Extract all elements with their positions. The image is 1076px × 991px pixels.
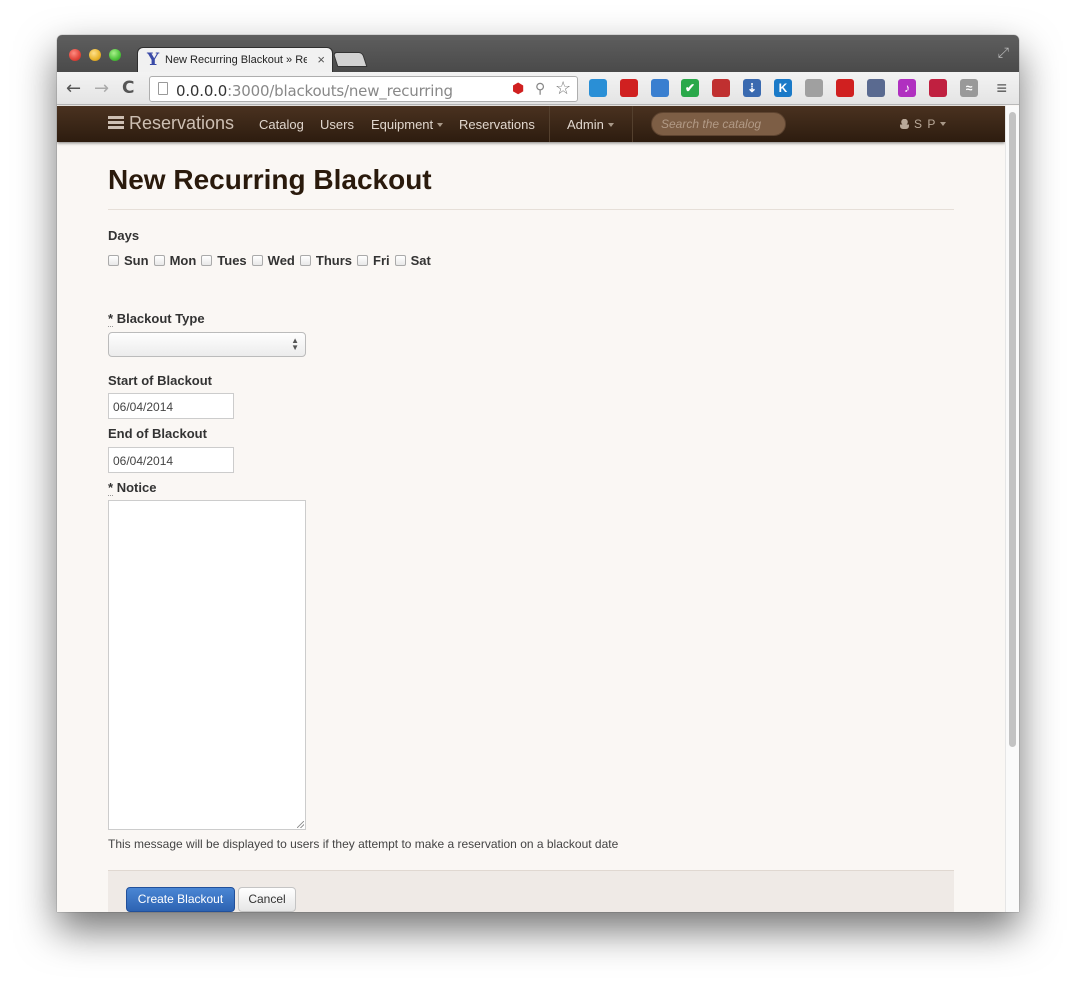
tv-icon[interactable] bbox=[929, 79, 947, 97]
browser-tab[interactable]: Y New Recurring Blackout » Re × bbox=[137, 47, 333, 72]
day-checkbox-tues[interactable]: Tues bbox=[201, 252, 247, 270]
user-menu[interactable]: S P bbox=[900, 117, 947, 131]
download-icon[interactable]: ⇣ bbox=[743, 79, 761, 97]
caret-down-icon bbox=[437, 123, 444, 127]
checkbox[interactable] bbox=[201, 255, 213, 266]
bookmark-star-icon[interactable]: ☆ bbox=[555, 78, 571, 99]
app-navbar: Reservations Catalog Users Equipment Res… bbox=[57, 106, 1005, 142]
day-checkbox-mon[interactable]: Mon bbox=[153, 252, 197, 270]
nav-equipment[interactable]: Equipment bbox=[371, 117, 444, 132]
title-divider bbox=[108, 209, 954, 210]
scrollbar[interactable] bbox=[1005, 106, 1019, 912]
zoom-window-button[interactable] bbox=[109, 49, 121, 61]
day-label: Sat bbox=[410, 253, 431, 268]
search-icon[interactable]: ⚲ bbox=[535, 80, 545, 97]
brand-link[interactable]: Reservations bbox=[108, 113, 234, 134]
tab-title: New Recurring Blackout » Re bbox=[165, 54, 307, 66]
checkbox[interactable] bbox=[299, 255, 311, 266]
yahoo-favicon-icon: Y bbox=[147, 50, 160, 70]
day-checkbox-wed[interactable]: Wed bbox=[251, 252, 295, 270]
reload-icon[interactable]: C bbox=[122, 78, 134, 98]
end-of-blackout-label: End of Blackout bbox=[108, 426, 207, 441]
day-label: Mon bbox=[169, 253, 197, 268]
music-note-icon[interactable]: ♪ bbox=[898, 79, 916, 97]
day-label: Sun bbox=[124, 253, 149, 268]
blackout-type-label: * Blackout Type bbox=[108, 311, 205, 327]
day-checkbox-fri[interactable]: Fri bbox=[357, 252, 390, 270]
checkbox[interactable] bbox=[251, 255, 263, 266]
nav-catalog[interactable]: Catalog bbox=[259, 117, 304, 132]
page-icon bbox=[158, 82, 168, 95]
catalog-search-input[interactable]: Search the catalog bbox=[651, 112, 786, 136]
start-of-blackout-label: Start of Blackout bbox=[108, 373, 213, 388]
day-label: Fri bbox=[373, 253, 390, 268]
cancel-button[interactable]: Cancel bbox=[238, 887, 296, 912]
checkbox[interactable] bbox=[357, 255, 369, 266]
fullscreen-icon[interactable]: ⤢ bbox=[998, 44, 1009, 61]
days-checkbox-group: Sun Mon Tues Wed Thurs Fri Sat bbox=[108, 252, 436, 270]
tab-strip: Y New Recurring Blackout » Re × ⤢ bbox=[57, 35, 1019, 72]
nav-admin[interactable]: Admin bbox=[567, 117, 614, 132]
checkbox[interactable] bbox=[108, 255, 119, 266]
caret-down-icon bbox=[607, 123, 614, 127]
day-checkbox-thurs[interactable]: Thurs bbox=[299, 252, 353, 270]
create-blackout-button[interactable]: Create Blackout bbox=[126, 887, 235, 912]
minimize-window-button[interactable] bbox=[89, 49, 101, 61]
start-date-input[interactable]: 06/04/2014 bbox=[108, 393, 234, 419]
days-label: Days bbox=[108, 228, 140, 243]
calendar-icon[interactable] bbox=[651, 79, 669, 97]
notice-label: * Notice bbox=[108, 480, 157, 496]
day-checkbox-sat[interactable]: Sat bbox=[394, 252, 431, 270]
end-date-input[interactable]: 06/04/2014 bbox=[108, 447, 234, 473]
nav-reservations[interactable]: Reservations bbox=[459, 117, 535, 132]
forward-arrow-icon[interactable]: → bbox=[94, 78, 109, 99]
day-label: Thurs bbox=[315, 253, 353, 268]
circle-logo-icon[interactable] bbox=[589, 79, 607, 97]
page-title: New Recurring Blackout bbox=[108, 164, 432, 195]
day-label: Tues bbox=[217, 253, 247, 268]
new-tab-button[interactable] bbox=[332, 52, 368, 67]
check-icon[interactable]: ✔ bbox=[681, 79, 699, 97]
stop-icon[interactable] bbox=[836, 79, 854, 97]
resize-handle-icon[interactable] bbox=[297, 821, 304, 828]
window-12-icon[interactable] bbox=[867, 79, 885, 97]
blackout-type-select[interactable]: ▲ ▼ bbox=[108, 332, 306, 357]
nav-users[interactable]: Users bbox=[320, 117, 354, 132]
url-text: 0.0.0.0:3000/blackouts/new_recurring bbox=[176, 82, 453, 100]
wave-icon[interactable]: ≈ bbox=[960, 79, 978, 97]
caret-down-icon bbox=[940, 122, 947, 126]
checkbox[interactable] bbox=[394, 255, 406, 266]
checkbox[interactable] bbox=[153, 255, 165, 266]
notice-textarea[interactable] bbox=[108, 500, 306, 830]
scroll-thumb[interactable] bbox=[1009, 112, 1016, 747]
address-bar[interactable]: 0.0.0.0:3000/blackouts/new_recurring ⬢ ⚲… bbox=[149, 76, 578, 102]
calendar-13-icon[interactable] bbox=[712, 79, 730, 97]
nav-divider bbox=[549, 106, 550, 142]
day-label: Wed bbox=[267, 253, 295, 268]
select-arrows-icon: ▲ ▼ bbox=[291, 336, 299, 352]
red-sofa-icon[interactable] bbox=[620, 79, 638, 97]
menu-icon[interactable]: ≡ bbox=[996, 78, 1007, 99]
day-checkbox-sun[interactable]: Sun bbox=[108, 252, 149, 270]
list-icon bbox=[108, 116, 124, 130]
form-actions: Create Blackout Cancel bbox=[108, 870, 954, 912]
no-lips-icon[interactable]: ⬢ bbox=[512, 80, 524, 97]
user-icon bbox=[900, 119, 909, 129]
notice-help-text: This message will be displayed to users … bbox=[108, 837, 619, 851]
close-window-button[interactable] bbox=[69, 49, 81, 61]
back-arrow-icon[interactable]: ← bbox=[66, 78, 81, 99]
book-icon[interactable] bbox=[805, 79, 823, 97]
tab-close-icon[interactable]: × bbox=[317, 52, 325, 67]
k-icon[interactable]: K bbox=[774, 79, 792, 97]
nav-divider bbox=[632, 106, 633, 142]
browser-window: Y New Recurring Blackout » Re × ⤢ ← → C … bbox=[57, 35, 1019, 912]
browser-toolbar: ← → C 0.0.0.0:3000/blackouts/new_recurri… bbox=[57, 72, 1019, 105]
